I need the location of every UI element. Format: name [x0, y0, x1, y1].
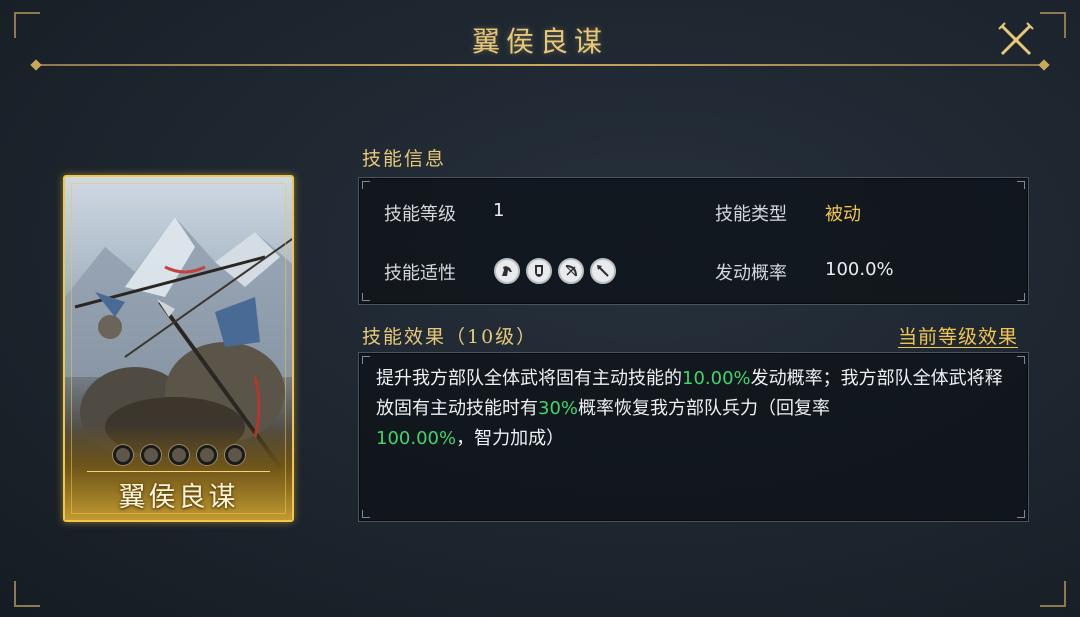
- level-dot: [196, 445, 217, 465]
- skill-card-name: 翼侯良谋: [118, 482, 239, 513]
- skill-level-label: 技能等级: [384, 204, 456, 225]
- spear-icon: [590, 258, 616, 284]
- skill-effect-description: 提升我方部队全体武将固有主动技能的10.00%发动概率；我方部队全体武将释放固有…: [376, 368, 1003, 449]
- frame-corner-bottom-right: [1040, 581, 1066, 607]
- skill-info-panel: [358, 177, 1029, 305]
- level-dot: [112, 445, 133, 465]
- effect-value-highlight: 30%: [538, 398, 579, 419]
- skill-level-dots: [65, 445, 292, 465]
- effect-value-highlight: 100.00%: [376, 428, 457, 449]
- level-dot: [224, 445, 245, 465]
- cavalry-icon: [494, 258, 520, 284]
- crossed-swords-close-icon: [998, 22, 1034, 56]
- effect-value-highlight: 10.00%: [682, 368, 751, 389]
- window-title: 翼侯良谋: [471, 25, 608, 58]
- skill-type-value: 被动: [825, 204, 861, 225]
- skill-type-label: 技能类型: [715, 204, 787, 225]
- skill-card[interactable]: 翼侯良谋: [63, 175, 294, 522]
- frame-corner-bottom-left: [14, 581, 40, 607]
- bow-icon: [558, 258, 584, 284]
- skill-fit-label: 技能适性: [384, 263, 456, 284]
- level-dot: [140, 445, 161, 465]
- skill-fit-icons: [494, 258, 616, 284]
- shield-icon: [526, 258, 552, 284]
- trigger-rate-label: 发动概率: [715, 263, 787, 284]
- current-level-effect-link[interactable]: 当前等级效果: [898, 322, 1018, 349]
- skill-level-value: 1: [493, 200, 505, 221]
- skill-effect-heading: 技能效果（10级）: [362, 326, 538, 348]
- level-dot: [168, 445, 189, 465]
- close-button[interactable]: [996, 20, 1036, 60]
- trigger-rate-value: 100.0%: [825, 259, 894, 280]
- skill-info-heading: 技能信息: [362, 148, 447, 170]
- title-divider: [30, 59, 1050, 71]
